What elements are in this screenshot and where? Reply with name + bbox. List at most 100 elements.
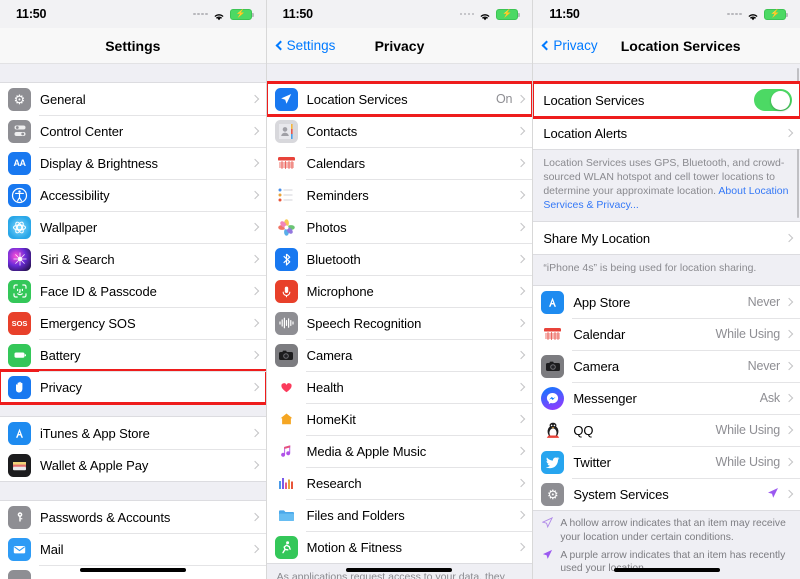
- chevron-right-icon: [250, 286, 259, 296]
- row-system-services[interactable]: ⚙ System Services: [533, 478, 800, 511]
- sidebar-item-battery[interactable]: Battery: [0, 339, 266, 371]
- chevron-right-icon: [784, 362, 794, 371]
- row-label: HomeKit: [306, 411, 356, 427]
- chevron-right-icon: [784, 234, 794, 243]
- row-reminders[interactable]: Reminders: [266, 179, 533, 211]
- sidebar-item-control-center[interactable]: Control Center: [0, 115, 266, 147]
- chevron-right-icon: [517, 414, 526, 424]
- panel-privacy: 11:50 ⚡ Settings Privacy Location Servic…: [266, 0, 534, 579]
- chevron-right-icon: [517, 350, 526, 360]
- row-label: Location Alerts: [543, 125, 628, 141]
- row-qq[interactable]: QQ While Using: [533, 414, 800, 447]
- signal-dots-icon: [727, 12, 742, 16]
- status-time: 11:50: [16, 7, 47, 21]
- sidebar-item-itunes-app-store[interactable]: iTunes & App Store: [0, 417, 266, 449]
- chevron-right-icon: [517, 510, 526, 520]
- chevron-left-icon: [275, 40, 286, 51]
- sidebar-item-siri-search[interactable]: Siri & Search: [0, 243, 266, 275]
- row-label: General: [40, 91, 86, 107]
- row-microphone[interactable]: Microphone: [266, 275, 533, 307]
- calendar-icon: [541, 322, 565, 346]
- row-label: Location Services: [543, 92, 645, 108]
- row-bluetooth[interactable]: Bluetooth: [266, 243, 533, 275]
- row-health[interactable]: Health: [266, 371, 533, 403]
- chevron-right-icon: [784, 426, 794, 435]
- row-messenger[interactable]: Messenger Ask: [533, 382, 800, 415]
- chevron-right-icon: [784, 394, 794, 403]
- contacts-icon: [274, 119, 298, 143]
- sidebar-item-passwords-accounts[interactable]: Passwords & Accounts: [0, 501, 266, 533]
- status-time: 11:50: [282, 7, 313, 21]
- row-label: Microphone: [306, 283, 374, 299]
- chevron-right-icon: [517, 126, 526, 136]
- mail-icon: [8, 537, 31, 561]
- purple-location-arrow-icon: [767, 487, 779, 501]
- back-button-privacy[interactable]: Privacy: [541, 38, 598, 53]
- row-label: Speech Recognition: [306, 315, 422, 331]
- row-location-alerts[interactable]: Location Alerts: [533, 117, 800, 149]
- row-photos[interactable]: Photos: [266, 211, 533, 243]
- row-files-and-folders[interactable]: Files and Folders: [266, 499, 533, 531]
- chevron-right-icon: [517, 190, 526, 200]
- location-services-toggle[interactable]: [753, 89, 792, 111]
- row-camera[interactable]: Camera: [266, 339, 533, 371]
- row-twitter[interactable]: Twitter While Using: [533, 446, 800, 479]
- sidebar-item-mail[interactable]: Mail: [0, 533, 266, 565]
- sidebar-item-general[interactable]: ⚙ General: [0, 83, 266, 115]
- display-brightness-icon: AA: [8, 151, 31, 175]
- share-location-note: “iPhone 4s” is being used for location s…: [533, 255, 800, 286]
- settings-scroll-area[interactable]: ⚙ General Control Center AA Display & Br…: [0, 64, 266, 579]
- row-location-services[interactable]: Location Services On: [266, 81, 533, 117]
- chevron-right-icon: [517, 478, 526, 488]
- row-calendars[interactable]: Calendars: [266, 147, 533, 179]
- sidebar-item-privacy[interactable]: Privacy: [0, 369, 266, 405]
- location-scroll-area[interactable]: Location Services Location Alerts Locati…: [533, 64, 800, 579]
- back-button-settings[interactable]: Settings: [275, 38, 335, 53]
- chevron-right-icon: [784, 458, 794, 467]
- row-location-services-toggle[interactable]: Location Services: [533, 81, 800, 119]
- row-app-store[interactable]: App Store Never: [533, 286, 800, 319]
- nav-bar-settings: Settings: [0, 28, 266, 64]
- row-label: System Services: [573, 486, 669, 502]
- sidebar-item-face-id-passcode[interactable]: Face ID & Passcode: [0, 275, 266, 307]
- row-label: Contacts: [306, 123, 358, 139]
- chevron-right-icon: [250, 428, 259, 438]
- row-homekit[interactable]: HomeKit: [266, 403, 533, 435]
- row-value: On: [496, 92, 513, 106]
- sidebar-item-emergency-sos[interactable]: SOS Emergency SOS: [0, 307, 266, 339]
- row-label: Photos: [306, 219, 347, 235]
- row-label: Motion & Fitness: [306, 539, 402, 555]
- face-id-icon: [8, 279, 31, 303]
- wallpaper-icon: [8, 215, 31, 239]
- bluetooth-icon: [274, 247, 298, 271]
- row-label: Camera: [573, 358, 619, 374]
- row-label: Wallet & Apple Pay: [40, 457, 149, 473]
- row-research[interactable]: Research: [266, 467, 533, 499]
- row-contacts[interactable]: Contacts: [266, 115, 533, 147]
- location-arrow-icon: [274, 87, 298, 111]
- row-label: Location Services: [306, 91, 408, 107]
- row-calendar[interactable]: Calendar While Using: [533, 318, 800, 351]
- row-motion-fitness[interactable]: Motion & Fitness: [266, 531, 533, 563]
- row-media-apple-music[interactable]: Media & Apple Music: [266, 435, 533, 467]
- sidebar-item-wallpaper[interactable]: Wallpaper: [0, 211, 266, 243]
- row-label: Calendar: [573, 326, 626, 342]
- sidebar-item-accessibility[interactable]: Accessibility: [0, 179, 266, 211]
- privacy-scroll-area[interactable]: Location Services On Contacts Calendars: [266, 64, 533, 579]
- page-title: Settings: [105, 37, 161, 54]
- sidebar-item-display-brightness[interactable]: AA Display & Brightness: [0, 147, 266, 179]
- photos-icon: [274, 215, 298, 239]
- row-label: Share My Location: [543, 230, 651, 246]
- row-camera[interactable]: Camera Never: [533, 350, 800, 383]
- camera-icon: [274, 343, 298, 367]
- row-label: Bluetooth: [306, 251, 361, 267]
- sidebar-item-wallet-apple-pay[interactable]: Wallet & Apple Pay: [0, 449, 266, 481]
- row-share-my-location[interactable]: Share My Location: [533, 222, 800, 255]
- home-indicator: [613, 568, 720, 572]
- row-speech-recognition[interactable]: Speech Recognition: [266, 307, 533, 339]
- chevron-right-icon: [517, 158, 526, 168]
- partial-icon: [8, 569, 31, 579]
- chevron-right-icon: [250, 544, 259, 554]
- nav-bar-privacy: Settings Privacy: [266, 28, 533, 64]
- row-label: Display & Brightness: [40, 155, 158, 171]
